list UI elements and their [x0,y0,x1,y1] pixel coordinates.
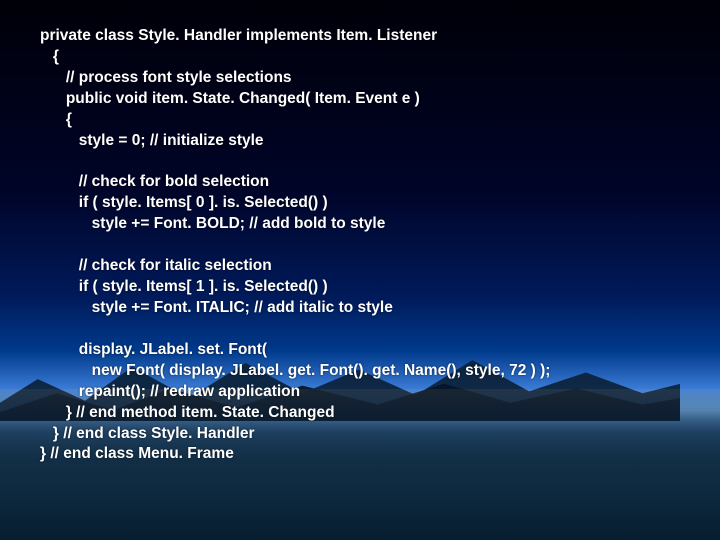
code-line: style += Font. BOLD; // add bold to styl… [40,215,385,232]
code-line: } // end class Style. Handler [40,425,255,442]
code-line: new Font( display. JLabel. get. Font(). … [40,362,550,379]
code-line: } // end class Menu. Frame [40,445,234,462]
code-line: // check for italic selection [40,257,272,274]
code-line: style += Font. ITALIC; // add italic to … [40,299,393,316]
code-line: public void item. State. Changed( Item. … [40,90,420,107]
code-line: style = 0; // initialize style [40,132,264,149]
slide: private class Style. Handler implements … [0,0,720,540]
code-line: if ( style. Items[ 0 ]. is. Selected() ) [40,194,328,211]
code-line: if ( style. Items[ 1 ]. is. Selected() ) [40,278,328,295]
code-line: // check for bold selection [40,173,269,190]
code-line: { [40,48,59,65]
code-line: } // end method item. State. Changed [40,404,335,421]
code-block: private class Style. Handler implements … [40,26,680,465]
code-line: { [40,111,72,128]
code-line: display. JLabel. set. Font( [40,341,267,358]
code-line: // process font style selections [40,69,292,86]
code-line: private class Style. Handler implements … [40,27,437,44]
code-line: repaint(); // redraw application [40,383,300,400]
